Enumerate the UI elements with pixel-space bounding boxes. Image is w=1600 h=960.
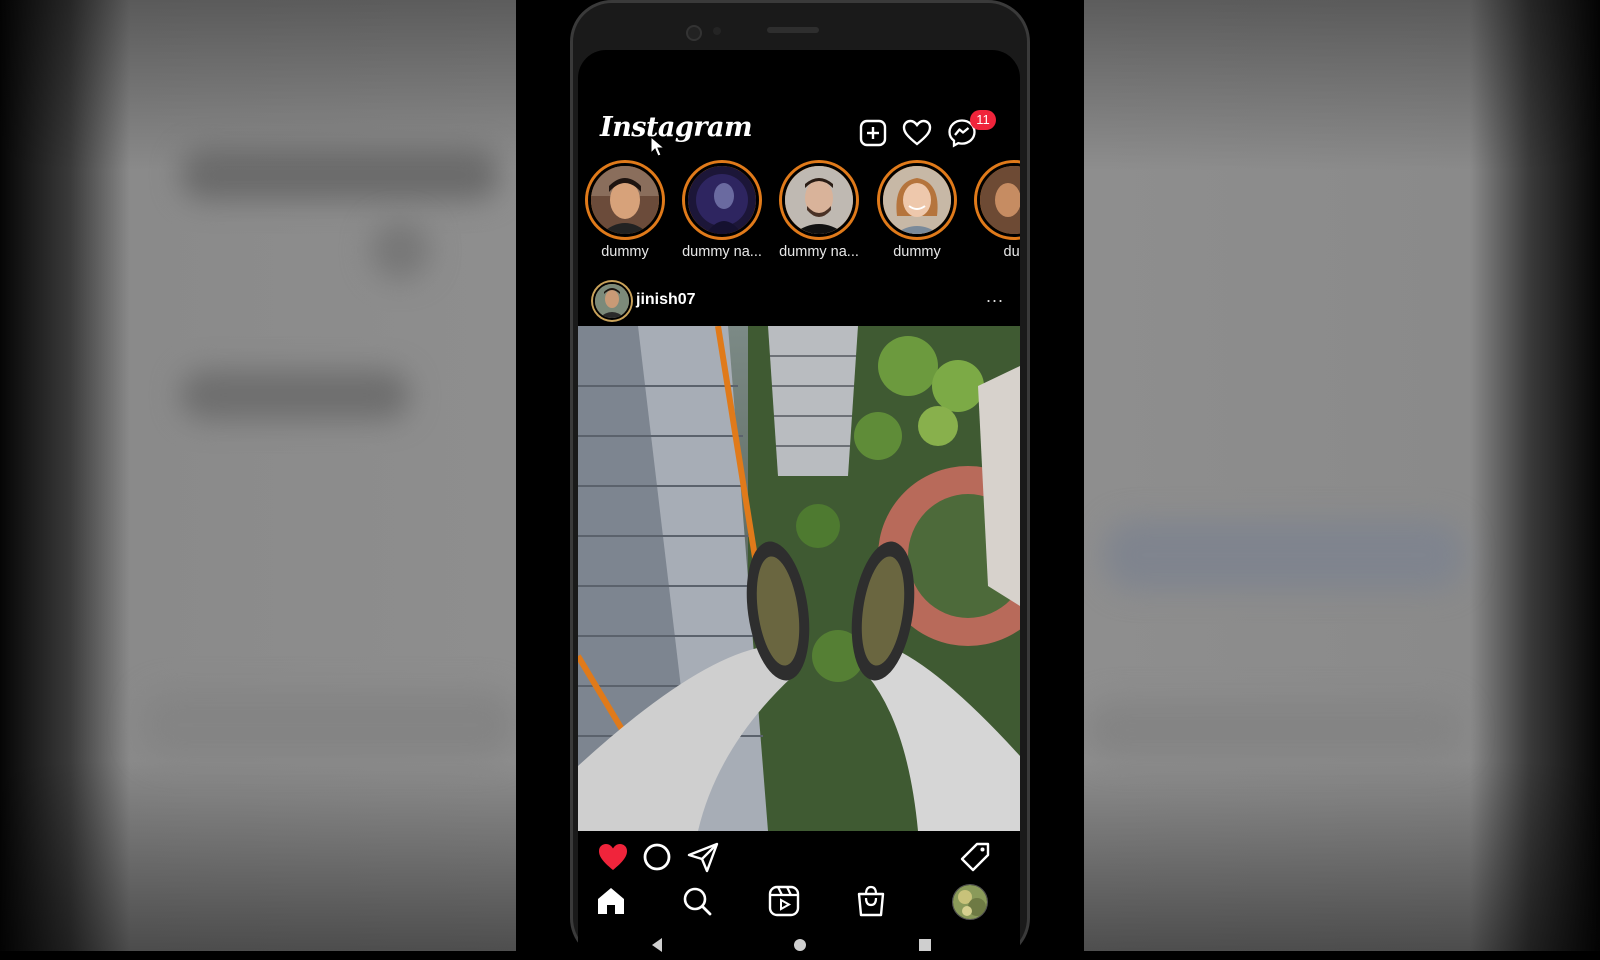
story-item[interactable]: dummy [869,160,965,260]
story-label: dummy na... [682,244,762,260]
story-item[interactable]: dummy na... [674,160,770,260]
story-avatar [883,166,951,234]
reels-icon[interactable] [767,884,801,918]
story-avatar [688,166,756,234]
backdrop-left [0,0,516,951]
proximity-sensor [713,27,721,35]
story-item[interactable]: dur [966,160,1020,260]
search-icon[interactable] [680,884,714,918]
system-recents-icon[interactable] [918,938,932,952]
story-avatar [785,166,853,234]
like-filled-icon[interactable] [596,840,630,874]
post-more-button[interactable]: ... [986,286,1004,307]
story-label: dur [1003,244,1020,260]
comment-icon[interactable] [640,840,674,874]
system-home-icon[interactable] [793,938,807,952]
post-image[interactable] [578,326,1020,831]
profile-avatar[interactable] [952,884,988,920]
story-item[interactable]: dummy na... [771,160,867,260]
front-camera [686,25,702,41]
plus-square-icon[interactable] [858,118,888,148]
instagram-logo[interactable]: Instagram [600,112,753,143]
shop-icon[interactable] [854,884,888,918]
app-screen: Instagram 11 dummy dummy na... dummy na.… [578,50,1020,960]
heart-icon[interactable] [902,118,932,148]
story-label: dummy [893,244,941,260]
story-avatar [591,166,659,234]
notification-badge: 11 [970,110,996,130]
story-label: dummy na... [779,244,859,260]
system-back-icon[interactable] [650,938,664,952]
share-icon[interactable] [686,840,720,874]
home-icon[interactable] [594,884,628,918]
stories-row: dummy dummy na... dummy na... dummy du [578,160,1020,270]
story-label: dummy [601,244,649,260]
earpiece-speaker [767,27,819,33]
story-item[interactable]: dummy [578,160,673,260]
post-username[interactable]: jinish07 [636,291,696,309]
backdrop-right [1084,0,1600,951]
post-author-avatar[interactable] [591,280,633,322]
tag-icon[interactable] [958,840,992,874]
cursor-icon [650,136,666,157]
story-avatar [980,166,1020,234]
